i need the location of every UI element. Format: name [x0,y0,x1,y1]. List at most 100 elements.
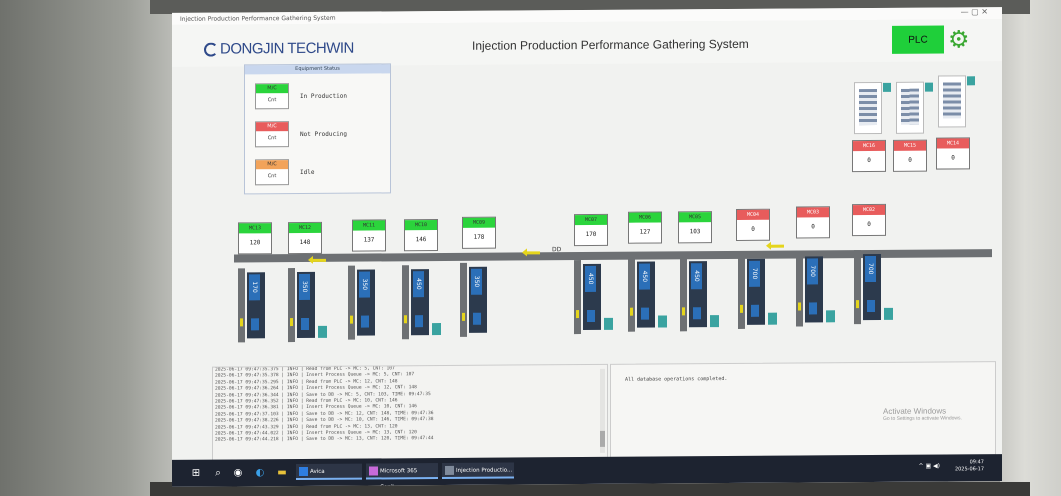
press-machine-mc05: 450 [680,257,719,333]
machine-card-mc04[interactable]: MC04 0 [736,208,770,241]
app-header: DONGJIN TECHWIN Injection Production Per… [172,19,1002,67]
edge-icon[interactable]: ◐ [254,467,266,479]
legend-box-bottom: Cnt [267,135,277,142]
machine-count: 127 [639,228,651,236]
legend-label-not-producing: Not Producing [300,130,347,139]
press-machine-mc07: 450 [574,260,613,336]
plc-button[interactable]: PLC [892,25,944,54]
press-tonnage: 350 [359,271,370,298]
press-machine-mc04: 700 [738,254,777,331]
machine-card-mc05[interactable]: MC05 103 [678,211,712,244]
machine-card-mc11[interactable]: MC11 137 [352,219,386,252]
machine-card-mc02[interactable]: MC02 0 [852,203,886,237]
machine-name: MC16 [853,140,885,152]
machine-name: MC03 [797,207,829,218]
machine-count: 137 [363,236,375,244]
machine-card-mc03[interactable]: MC03 0 [796,206,830,239]
window-title: Injection Production Performance Gatheri… [180,14,336,23]
machine-name: MC13 [239,223,271,234]
machine-card-mc15[interactable]: MC15 0 [893,139,927,172]
windows-start-icon[interactable]: ⊞ [190,468,202,480]
press-machine-mc06: 450 [628,257,667,333]
arrow-left-icon [526,251,540,255]
log-panel[interactable]: 2025-06-17 09:47:35.375 | INFO | Read fr… [212,363,608,461]
machine-diagram-mc14 [938,75,975,128]
taskbar-app-label: Microsoft 365 Copil... [380,468,418,487]
search-icon[interactable]: ⌕ [212,468,224,480]
machine-card-mc10[interactable]: MC10 146 [404,219,438,252]
app-window-icon [445,465,454,475]
activate-windows-watermark: Activate Windows Go to Settings to activ… [883,406,962,421]
copilot-icon[interactable]: ◉ [232,467,244,479]
file-explorer-icon[interactable]: ▬ [276,467,288,479]
machine-name: MC14 [937,138,969,149]
legend-label-in-production: In Production [300,92,347,101]
legend-box-top: M/C [256,122,288,132]
machine-card-mc16[interactable]: MC16 0 [852,139,886,173]
press-machine-mc12: 350 [288,268,327,344]
press-tonnage: 450 [413,271,424,298]
machine-count: 0 [751,225,755,233]
machine-count: 148 [299,238,311,247]
machine-name: MC05 [679,212,711,223]
machine-name: MC11 [353,220,385,231]
machine-diagram-mc15 [896,81,933,134]
machine-card-mc09[interactable]: MC09 178 [462,216,496,249]
monitor-bezel-right [1000,0,1061,496]
legend-title: Equipment Status [245,64,390,75]
machine-card-mc06[interactable]: MC06 127 [628,211,662,244]
legend-box-in-production: M/C Cnt [255,83,289,110]
legend-box-not-producing: M/C Cnt [255,121,289,148]
db-status-panel: All database operations completed. Activ… [610,361,996,458]
press-machine-mc11: 350 [348,265,384,341]
press-tonnage: 450 [639,263,650,290]
press-tonnage: 350 [471,268,482,295]
taskbar: ⊞ ⌕ ◉ ◐ ▬ Avica Microsoft 365 Copil... I… [172,454,1002,487]
gear-icon[interactable]: ⚙ [948,25,970,53]
taskbar-app-copilot[interactable]: Microsoft 365 Copil... [366,463,438,487]
machine-count: 0 [811,223,815,231]
log-line: 2025-06-17 09:47:44.218 | INFO | Save to… [215,436,434,443]
taskbar-app-label: Injection Productio... [456,467,513,474]
machine-name: MC04 [737,209,769,220]
legend-box-top: M/C [256,160,288,170]
arrow-left-icon [312,258,326,262]
taskbar-app-label: Avica [310,468,325,475]
legend-box-bottom: Cnt [267,173,277,180]
taskbar-app-injection[interactable]: Injection Productio... [442,462,514,480]
machine-count: 170 [585,230,597,239]
machine-card-mc14[interactable]: MC14 0 [936,137,970,170]
machine-card-mc12[interactable]: MC12 148 [288,221,322,255]
taskbar-app-avica[interactable]: Avica [296,463,362,481]
conveyor-label: DD [552,246,562,254]
machine-count: 0 [908,156,912,164]
app-title: Injection Production Performance Gatheri… [472,36,749,53]
press-tonnage: 450 [691,263,702,290]
system-tray-icons[interactable]: ^ ▣ ◀) [919,463,940,470]
db-status-message: All database operations completed. [625,376,728,383]
legend-box-idle: M/C Cnt [255,159,289,186]
press-machine-mc09: 350 [460,262,496,339]
window-controls[interactable]: — ▢ ✕ [961,7,988,16]
taskbar-clock[interactable]: 09:47 2025-06-17 [955,459,984,473]
machine-card-mc13[interactable]: MC13 120 [238,222,272,255]
company-logo-icon [204,42,218,57]
machine-name: MC07 [575,214,607,226]
machine-count: 0 [867,157,871,165]
press-tonnage: 350 [299,273,310,301]
press-tonnage: 700 [749,260,760,287]
machine-card-mc07[interactable]: MC07 170 [574,213,608,247]
avica-icon [299,466,308,477]
press-machine-mc13: 170 [238,268,274,344]
log-scrollbar[interactable] [600,368,605,453]
machine-count: 178 [473,233,485,241]
microsoft-365-icon [369,466,378,476]
machine-count: 146 [415,236,427,244]
arrow-left-icon [770,244,784,248]
machine-name: MC02 [853,204,885,216]
machine-name: MC09 [463,217,495,228]
machine-name: MC10 [405,220,437,231]
legend-box-top: M/C [256,84,288,94]
machine-name: MC06 [629,212,661,223]
machine-name: MC12 [289,222,321,234]
